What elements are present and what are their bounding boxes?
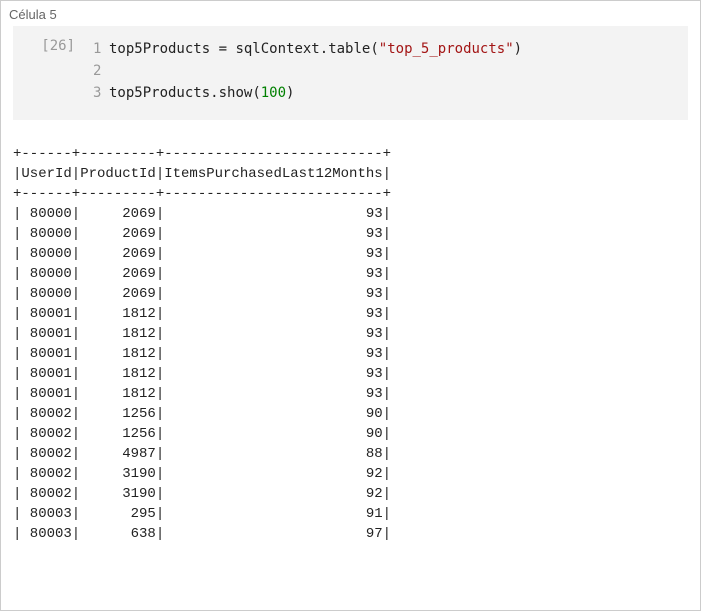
code-content[interactable]: top5Products = sqlContext.table("top_5_p… [109,38,688,104]
code-token: ( [252,85,260,101]
output-line: | 80001| 1812| 93| [13,364,688,384]
output-line: | 80002| 4987| 88| [13,444,688,464]
line-gutter: 1 2 3 [93,38,109,104]
code-token: . [320,41,328,57]
output-line: | 80002| 3190| 92| [13,464,688,484]
output-line: | 80003| 638| 97| [13,524,688,544]
code-line [109,60,688,82]
code-token: sqlContext [235,41,319,57]
code-token: 100 [261,85,286,101]
output-line: | 80002| 1256| 90| [13,404,688,424]
code-line: top5Products = sqlContext.table("top_5_p… [109,38,688,60]
output-line: | 80000| 2069| 93| [13,204,688,224]
code-token: show [219,85,253,101]
code-token: top5Products [109,85,210,101]
output-line: | 80001| 1812| 93| [13,324,688,344]
code-token: ( [370,41,378,57]
cell-output: +------+---------+----------------------… [1,120,700,544]
output-line: |UserId|ProductId|ItemsPurchasedLast12Mo… [13,164,688,184]
cell-title: Célula 5 [1,1,700,26]
output-line: +------+---------+----------------------… [13,144,688,164]
output-line: | 80001| 1812| 93| [13,384,688,404]
output-line: | 80000| 2069| 93| [13,264,688,284]
code-token: table [328,41,370,57]
line-number: 2 [93,60,99,82]
output-line: | 80002| 1256| 90| [13,424,688,444]
line-number: 3 [93,82,99,104]
code-token: top5Products [109,41,210,57]
code-token: . [210,85,218,101]
code-token: "top_5_products" [379,41,514,57]
output-line: | 80000| 2069| 93| [13,224,688,244]
code-token: = [210,41,235,57]
execution-count: [26] [13,38,93,104]
output-line: +------+---------+----------------------… [13,184,688,204]
code-line: top5Products.show(100) [109,82,688,104]
output-line: | 80000| 2069| 93| [13,284,688,304]
output-line: | 80000| 2069| 93| [13,244,688,264]
line-number: 1 [93,38,99,60]
code-token: ) [514,41,522,57]
output-line: | 80003| 295| 91| [13,504,688,524]
code-cell[interactable]: [26] 1 2 3 top5Products = sqlContext.tab… [13,26,688,120]
code-token: ) [286,85,294,101]
output-line: | 80001| 1812| 93| [13,344,688,364]
output-line: | 80001| 1812| 93| [13,304,688,324]
output-line: | 80002| 3190| 92| [13,484,688,504]
